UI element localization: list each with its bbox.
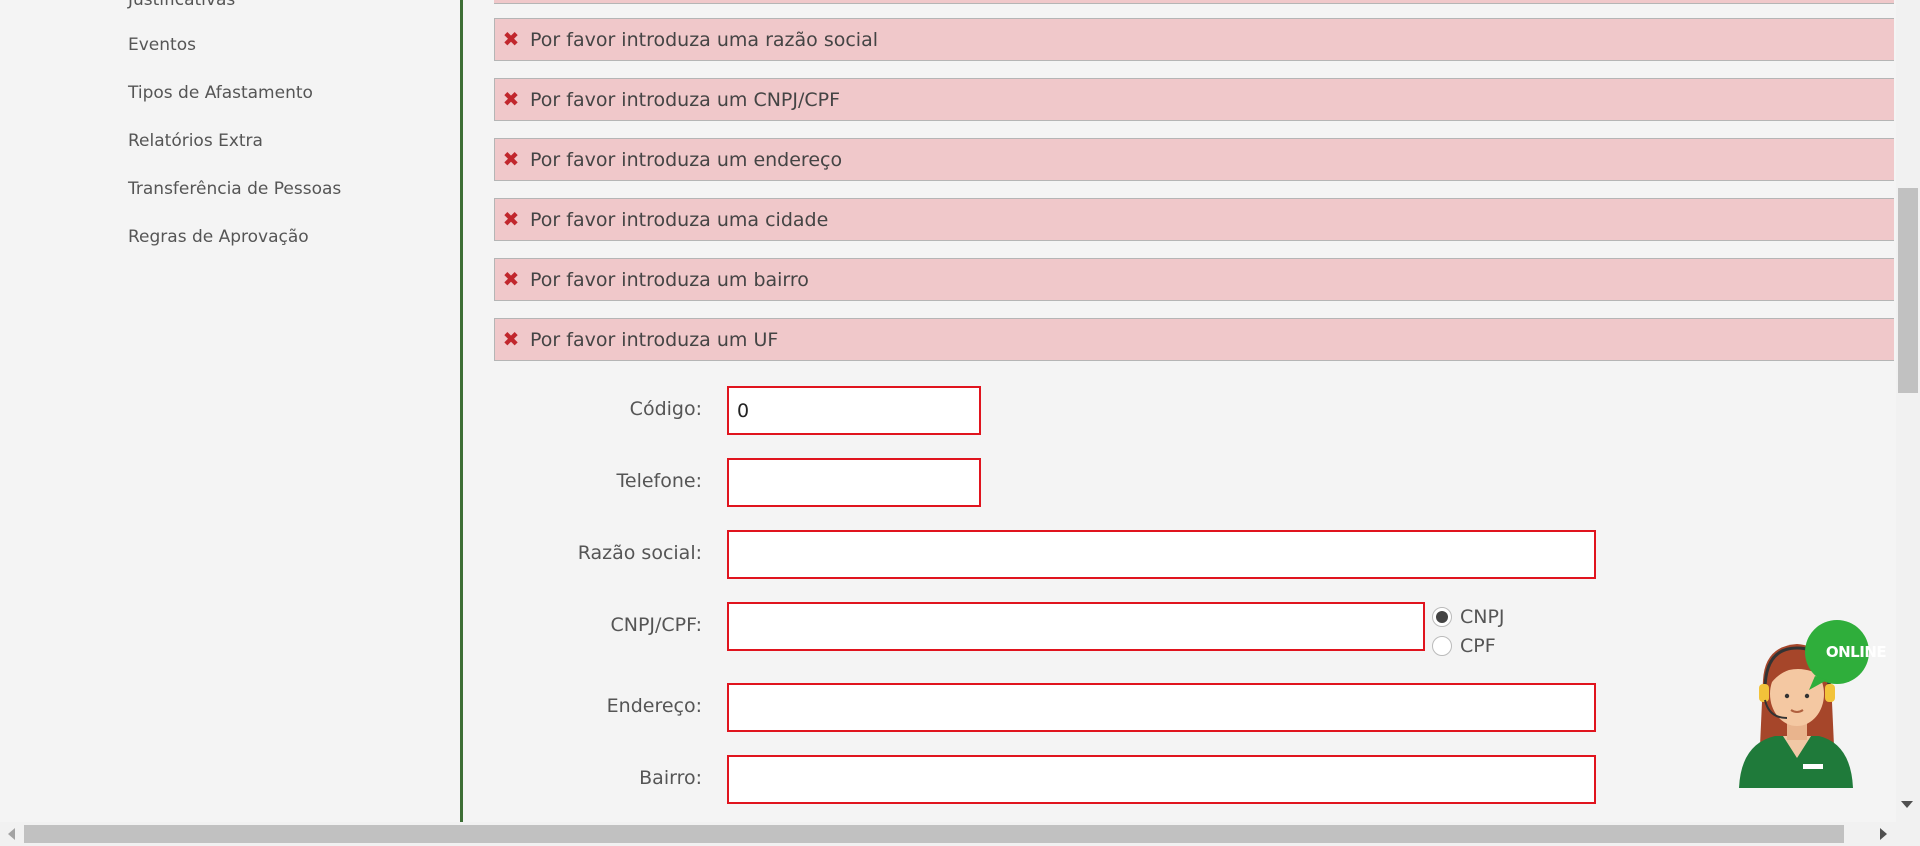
error-x-icon: ✖ [502, 147, 520, 171]
cpf-radio[interactable] [1432, 636, 1452, 656]
error-x-icon: ✖ [502, 327, 520, 351]
error-message-text: Por favor introduza um bairro [530, 269, 809, 291]
sidebar-item-tipos-de-afastamento[interactable]: Tipos de Afastamento [128, 83, 313, 103]
error-x-icon: ✖ [502, 267, 520, 291]
error-x-icon: ✖ [502, 207, 520, 231]
codigo-label: Código: [629, 398, 702, 420]
cpf-radio-option[interactable]: CPF [1432, 635, 1496, 657]
error-message-text: Por favor introduza uma cidade [530, 209, 829, 231]
error-message: ✖ Por favor introduza um CNPJ/CPF [494, 78, 1894, 121]
telefone-input[interactable] [727, 458, 981, 507]
vertical-scrollbar[interactable] [1896, 0, 1920, 822]
cnpj-cpf-input[interactable] [727, 602, 1425, 651]
scroll-down-arrow-icon[interactable] [1901, 801, 1913, 808]
bairro-input[interactable] [727, 755, 1596, 804]
error-message: ✖ Por favor introduza uma cidade [494, 198, 1894, 241]
razao-social-input[interactable] [727, 530, 1596, 579]
error-box-edge [494, 0, 1894, 4]
online-badge-label: ONLINE [1825, 643, 1887, 661]
codigo-input[interactable] [727, 386, 981, 435]
cnpj-radio[interactable] [1432, 607, 1452, 627]
cpf-radio-label: CPF [1460, 635, 1496, 657]
cnpj-radio-option[interactable]: CNPJ [1432, 606, 1505, 628]
scroll-left-arrow-icon[interactable] [8, 828, 15, 840]
razao-social-label: Razão social: [577, 542, 702, 564]
cnpj-cpf-label: CNPJ/CPF: [610, 614, 702, 636]
scroll-right-arrow-icon[interactable] [1880, 828, 1887, 840]
sidebar: Justificativas Eventos Tipos de Afastame… [0, 0, 460, 822]
endereco-input[interactable] [727, 683, 1596, 732]
error-message-text: Por favor introduza um UF [530, 329, 779, 351]
sidebar-item-transferencia-de-pessoas[interactable]: Transferência de Pessoas [128, 179, 341, 199]
endereco-label: Endereço: [606, 695, 702, 717]
error-message-text: Por favor introduza um CNPJ/CPF [530, 89, 841, 111]
sidebar-item-justificativas[interactable]: Justificativas [128, 0, 235, 10]
error-message: ✖ Por favor introduza um UF [494, 318, 1894, 361]
cnpj-radio-label: CNPJ [1460, 606, 1505, 628]
vertical-scrollbar-thumb[interactable] [1898, 188, 1918, 393]
telefone-label: Telefone: [616, 470, 702, 492]
error-message: ✖ Por favor introduza um bairro [494, 258, 1894, 301]
sidebar-item-regras-de-aprovacao[interactable]: Regras de Aprovação [128, 227, 309, 247]
error-message: ✖ Por favor introduza um endereço [494, 138, 1894, 181]
error-message-text: Por favor introduza um endereço [530, 149, 843, 171]
error-x-icon: ✖ [502, 87, 520, 111]
support-chat-widget[interactable]: ONLINE [1735, 618, 1887, 793]
error-x-icon: ✖ [502, 27, 520, 51]
error-message: ✖ Por favor introduza uma razão social [494, 18, 1894, 61]
sidebar-item-eventos[interactable]: Eventos [128, 35, 196, 55]
horizontal-scrollbar-thumb[interactable] [24, 825, 1844, 843]
content-divider [460, 0, 463, 822]
sidebar-item-relatorios-extra[interactable]: Relatórios Extra [128, 131, 263, 151]
bairro-label: Bairro: [639, 767, 702, 789]
error-message-text: Por favor introduza uma razão social [530, 29, 878, 51]
